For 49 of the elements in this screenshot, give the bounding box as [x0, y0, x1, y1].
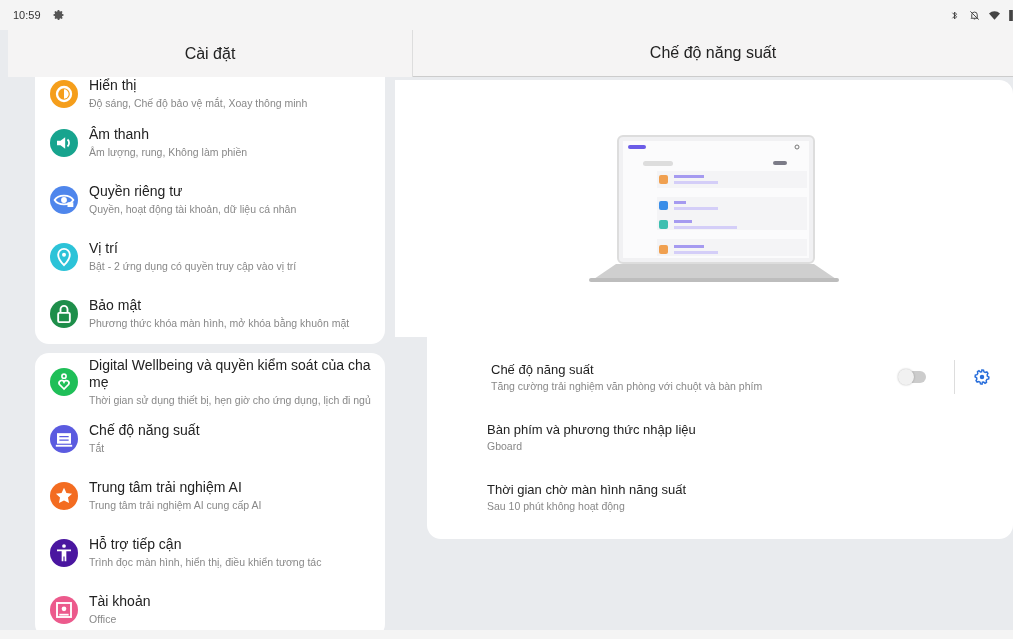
item-subtitle: Quyền, hoạt động tài khoản, dữ liệu cá nhân — [89, 202, 297, 216]
item-subtitle: Phương thức khóa màn hình, mở khóa bằng khuôn mặt — [89, 316, 350, 330]
item-title: Hỗ trợ tiếp cận — [89, 536, 183, 553]
item-title: Trung tâm trải nghiệm AI — [89, 479, 243, 496]
option-subtitle: Sau 10 phút không hoạt động — [487, 500, 626, 512]
option-title: Bàn phím và phương thức nhập liệu — [487, 422, 697, 437]
settings-item[interactable]: Digital Wellbeing và quyền kiểm soát của cha mẹ Thời gian sử dụng thiết bị, hẹn giờ cho ứng dụng, lịch đi ngủ — [35, 353, 385, 410]
pane-title: Chế độ năng suất — [649, 44, 777, 62]
option-row[interactable]: Chế độ năng suất Tăng cường trải nghiệm văn phòng với chuột và bàn phím — [427, 347, 1013, 407]
settings-button[interactable] — [971, 366, 993, 388]
clock-time: 10:59 — [13, 9, 41, 21]
muted-bell-icon — [969, 9, 980, 21]
settings-item[interactable]: Vị trí Bật - 2 ứng dụng có quyền truy cập vào vị trí — [35, 228, 385, 285]
settings-item[interactable]: Quyền riêng tư Quyền, hoạt động tài khoản, dữ liệu cá nhân — [35, 171, 385, 228]
settings-item[interactable]: Trung tâm trải nghiệm AI Trung tâm trải nghiệm AI cung cấp AI — [35, 467, 385, 524]
option-subtitle: Gboard — [487, 440, 524, 452]
settings-item[interactable]: Hỗ trợ tiếp cận Trình đọc màn hình, hiển thị, điều khiển tương tác — [35, 524, 385, 581]
item-title: Bảo mật — [89, 297, 143, 314]
item-title: Vị trí — [89, 240, 119, 257]
item-title: Chế độ năng suất — [89, 422, 200, 439]
settings-item[interactable]: Chế độ năng suất Tắt — [35, 410, 385, 467]
item-subtitle: Thời gian sử dụng thiết bị, hẹn giờ cho ứng dụng, lịch đi ngủ — [89, 392, 372, 407]
pane-title: Cài đặt — [184, 44, 236, 63]
option-row[interactable]: Thời gian chờ màn hình năng suất Sau 10 phút không hoạt động — [427, 467, 1013, 527]
bluetooth-icon — [949, 9, 960, 21]
option-row[interactable]: Bàn phím và phương thức nhập liệu Gboard — [427, 407, 1013, 467]
item-subtitle: Trình đọc màn hình, hiển thị, điều khiển tương tác — [89, 555, 322, 569]
settings-item[interactable]: Tài khoản Office — [35, 581, 385, 630]
option-title: Chế độ năng suất — [491, 362, 595, 377]
item-title: Tài khoản — [89, 593, 151, 610]
item-title: Âm thanh — [89, 126, 150, 143]
item-subtitle: Bật - 2 ứng dụng có quyền truy cập vào vị trí — [89, 259, 297, 273]
battery-icon — [1009, 9, 1013, 21]
wifi-icon — [989, 9, 1000, 21]
option-subtitle: Tăng cường trải nghiệm văn phòng với chuột và bàn phím — [491, 380, 764, 392]
item-subtitle: Office — [89, 612, 118, 626]
item-subtitle: Trung tâm trải nghiệm AI cung cấp AI — [89, 498, 262, 512]
settings-item[interactable]: Bảo mật Phương thức khóa màn hình, mở khóa bằng khuôn mặt — [35, 285, 385, 342]
item-title: Quyền riêng tư — [89, 183, 184, 200]
item-subtitle: Âm lượng, rung, Không làm phiền — [89, 145, 248, 159]
item-title: Hiển thị — [89, 77, 138, 94]
settings-item[interactable]: Âm thanh Âm lượng, rung, Không làm phiền — [35, 114, 385, 171]
item-subtitle: Tắt — [89, 441, 106, 455]
item-title: Digital Wellbeing và quyền kiểm soát của cha mẹ — [89, 356, 372, 391]
settings-item[interactable]: Hiển thị Độ sáng, Chế độ bảo vệ mắt, Xoay thông minh — [35, 77, 385, 110]
option-title: Thời gian chờ màn hình năng suất — [487, 482, 688, 497]
gear-icon — [52, 9, 65, 21]
item-subtitle: Độ sáng, Chế độ bảo vệ mắt, Xoay thông minh — [89, 96, 308, 110]
toggle-switch[interactable] — [900, 371, 926, 383]
